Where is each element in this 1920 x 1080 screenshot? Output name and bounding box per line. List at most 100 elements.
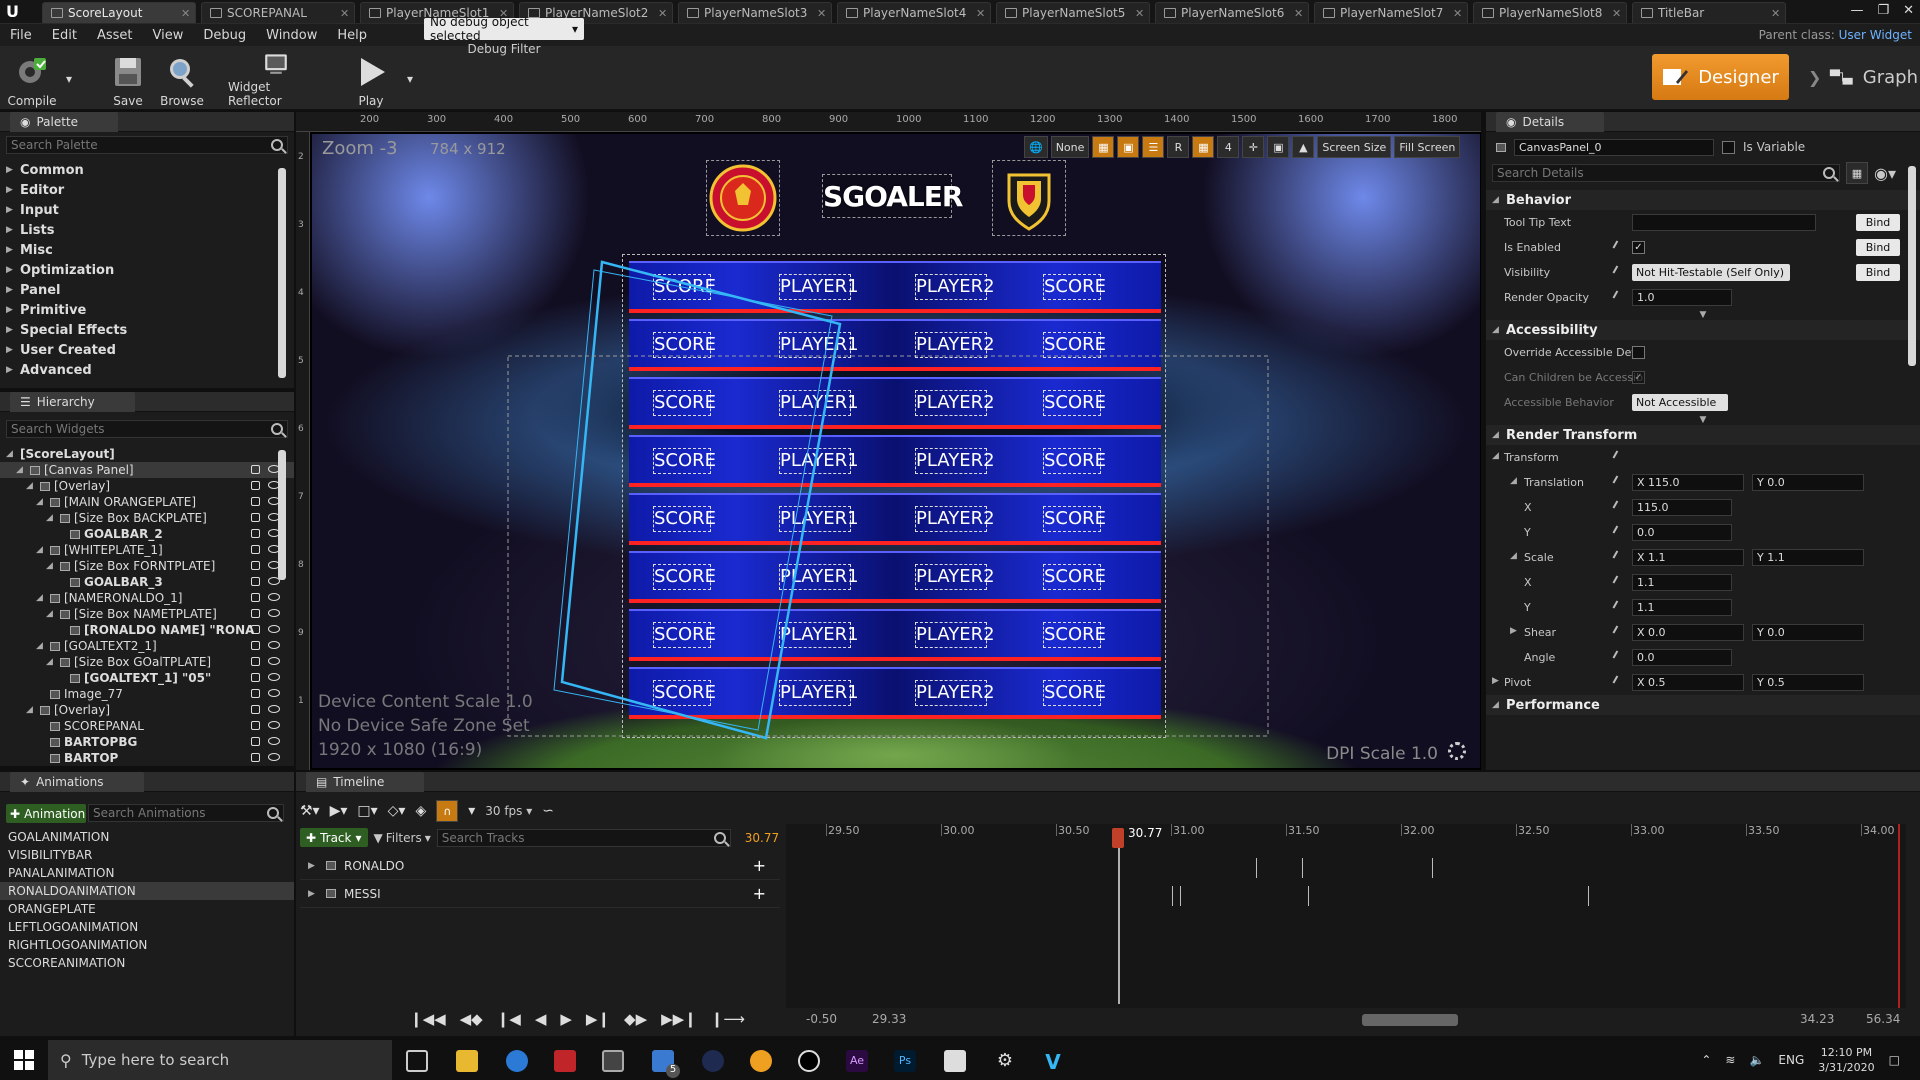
eye-icon[interactable]	[268, 689, 280, 697]
debug-object-dropdown[interactable]: No debug object selected ▾	[424, 15, 584, 43]
ronaldo-keyframe[interactable]	[1302, 858, 1303, 878]
palette-scrollbar[interactable]	[278, 168, 286, 378]
add-keyframe-plus-icon[interactable]: +	[753, 856, 766, 875]
reset-arrow-icon[interactable]	[1612, 625, 1624, 637]
player-name-cell[interactable]: PLAYER1	[779, 332, 859, 358]
lock-icon[interactable]	[251, 609, 260, 618]
animation-item[interactable]: GOALANIMATION	[0, 828, 294, 846]
animation-item[interactable]: LEFTLOGOANIMATION	[0, 918, 294, 936]
reset-arrow-icon[interactable]	[1612, 265, 1624, 277]
expand-arrow-icon[interactable]: ▶	[1510, 626, 1520, 636]
track-row[interactable]: ▶ MESSI +	[300, 880, 780, 908]
tab-scorelayout[interactable]: ScoreLayout ✕	[42, 2, 196, 23]
playhead-handle[interactable]	[1112, 828, 1124, 848]
score-cell[interactable]: SCORE	[1043, 680, 1106, 706]
track-row[interactable]: ▶ RONALDO +	[300, 852, 780, 880]
graph-mode-button[interactable]: ❯ Graph	[1808, 54, 1918, 100]
right-logo[interactable]	[992, 160, 1066, 236]
player-name-cell[interactable]: PLAYER1	[779, 680, 859, 706]
override-accessible-checkbox[interactable]	[1632, 346, 1645, 359]
lock-icon[interactable]	[251, 529, 260, 538]
tab-playernameslot8[interactable]: PlayerNameSlot8 ✕	[1473, 2, 1627, 23]
expand-arrow-icon[interactable]: ◢	[26, 705, 36, 715]
view-end[interactable]: 34.23	[1800, 1012, 1834, 1026]
hierarchy-row[interactable]: BARTOPBG	[0, 734, 294, 750]
hierarchy-row[interactable]: ◢ [Overlay]	[0, 702, 294, 718]
palette-category-special-effects[interactable]: ▶ Special Effects	[0, 320, 294, 340]
hierarchy-row[interactable]: BARTOP	[0, 750, 294, 766]
menu-edit[interactable]: Edit	[42, 28, 87, 43]
score-cell[interactable]: SCORE	[653, 622, 716, 648]
play-button[interactable]: Play	[350, 50, 392, 108]
reset-arrow-icon[interactable]	[1612, 525, 1624, 537]
ronaldo-keyframe[interactable]	[1256, 858, 1257, 878]
accessible-behavior-dropdown[interactable]: Not Accessible	[1632, 394, 1728, 411]
hierarchy-row[interactable]: SCOREPANAL	[0, 718, 294, 734]
add-animation-button[interactable]: ✚ Animation	[6, 804, 86, 823]
close-tab-icon[interactable]: ✕	[976, 7, 990, 20]
messi-keyframe[interactable]	[1588, 886, 1589, 906]
score-cell[interactable]: SCORE	[1043, 274, 1106, 300]
pivot-y-field[interactable]: Y 0.5	[1752, 674, 1864, 691]
eye-icon[interactable]	[268, 657, 280, 665]
widget-canvas[interactable]: Zoom -3 784 x 912 SGOALER SCORE PLAYER1 PL…	[312, 134, 1480, 768]
is-variable-checkbox[interactable]	[1722, 140, 1735, 154]
pivot-x-field[interactable]: X 0.5	[1632, 674, 1744, 691]
clock[interactable]: 12:10 PM 3/31/2020	[1818, 1045, 1874, 1075]
score-cell[interactable]: SCORE	[1043, 448, 1106, 474]
reset-arrow-icon[interactable]	[1612, 600, 1624, 612]
player-name-cell[interactable]: PLAYER2	[915, 390, 995, 416]
jump-start-icon[interactable]: ❙◀◀	[410, 1010, 446, 1028]
fill-screen-dropdown[interactable]: Fill Screen	[1394, 136, 1461, 158]
chart-icon[interactable]: ▲	[1292, 136, 1315, 158]
respect-locks-button[interactable]: R	[1167, 136, 1190, 158]
expand-arrow-icon[interactable]: ◢	[16, 465, 26, 475]
eye-icon[interactable]	[268, 737, 280, 745]
reset-arrow-icon[interactable]	[1612, 475, 1624, 487]
step-back-icon[interactable]: ❙◀	[497, 1010, 521, 1028]
chevron-up-icon[interactable]: ⌃	[1701, 1053, 1711, 1067]
player-name-cell[interactable]: PLAYER2	[915, 680, 995, 706]
player-name-cell[interactable]: PLAYER2	[915, 564, 995, 590]
widget-reflector-button[interactable]: Widget Reflector	[228, 50, 324, 108]
after-effects-icon[interactable]: Ae	[846, 1050, 868, 1072]
menu-file[interactable]: File	[0, 28, 42, 43]
player-name-cell[interactable]: PLAYER1	[779, 622, 859, 648]
lock-icon[interactable]	[251, 545, 260, 554]
lock-icon[interactable]	[251, 673, 260, 682]
hierarchy-row[interactable]: ◢ [GOALTEXT2_1]	[0, 638, 294, 654]
designer-mode-button[interactable]: Designer	[1652, 54, 1789, 100]
lock-icon[interactable]	[251, 513, 260, 522]
hierarchy-row[interactable]: ◢ [MAIN ORANGEPLATE]	[0, 494, 294, 510]
animation-item[interactable]: RONALDOANIMATION	[0, 882, 294, 900]
shear-y-field[interactable]: Y 0.0	[1752, 624, 1864, 641]
hierarchy-row[interactable]: [GOALTEXT_1] "05"	[0, 670, 294, 686]
lock-icon[interactable]	[251, 721, 260, 730]
hierarchy-row[interactable]: GOALBAR_3	[0, 574, 294, 590]
jump-end-icon[interactable]: ▶▶❙	[661, 1010, 697, 1028]
tab-playernameslot4[interactable]: PlayerNameSlot4 ✕	[837, 2, 991, 23]
messi-keyframe[interactable]	[1180, 886, 1181, 906]
expand-arrow-icon[interactable]: ◢	[36, 497, 46, 507]
property-matrix-icon[interactable]: ▦	[1846, 162, 1868, 184]
player-name-cell[interactable]: PLAYER2	[915, 332, 995, 358]
animation-item[interactable]: ORANGEPLATE	[0, 900, 294, 918]
play-forward-icon[interactable]: ▶	[560, 1010, 572, 1028]
score-cell[interactable]: SCORE	[1043, 332, 1106, 358]
prev-key-icon[interactable]: ◀◆	[460, 1010, 483, 1028]
tracks-search-input[interactable]: Search Tracks	[436, 828, 731, 847]
lock-icon[interactable]	[251, 705, 260, 714]
reset-arrow-icon[interactable]	[1612, 500, 1624, 512]
menu-asset[interactable]: Asset	[87, 28, 143, 43]
render-transform-section[interactable]: ◢ Render Transform	[1486, 425, 1920, 445]
palette-category-editor[interactable]: ▶ Editor	[0, 180, 294, 200]
close-tab-icon[interactable]: ✕	[1612, 7, 1626, 20]
lock-icon[interactable]	[251, 593, 260, 602]
filters-dropdown[interactable]: ▼ Filters ▾	[374, 831, 431, 845]
restore-icon[interactable]: ❐	[1877, 3, 1889, 18]
close-icon[interactable]: ✕	[1903, 3, 1914, 18]
lock-icon[interactable]	[251, 689, 260, 698]
photoshop-icon[interactable]: Ps	[894, 1050, 916, 1072]
tab-scorepanal[interactable]: SCOREPANAL ✕	[201, 2, 355, 23]
bars-icon[interactable]: ☰	[1142, 136, 1165, 158]
